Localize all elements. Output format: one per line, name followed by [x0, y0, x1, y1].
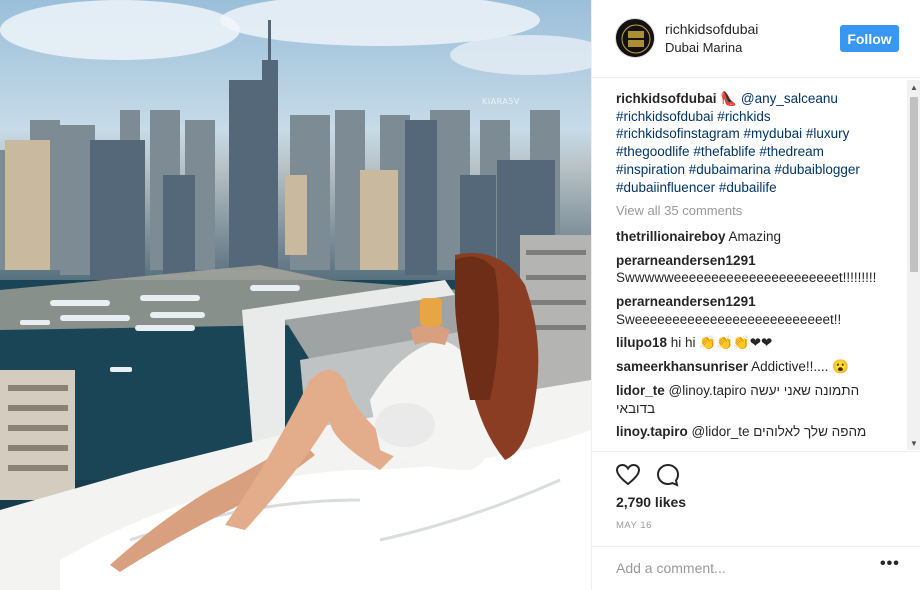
post-location[interactable]: Dubai Marina [665, 40, 742, 55]
comment-text: Amazing [728, 228, 782, 244]
post-caption: richkidsofdubai 👠 @any_salceanu #richkid… [616, 90, 886, 196]
heart-icon[interactable] [614, 461, 642, 489]
post-date[interactable]: MAY 16 [616, 520, 652, 531]
scrollbar-thumb[interactable] [910, 97, 918, 272]
comment-username[interactable]: perarneandersen1291 [616, 253, 756, 268]
post-header: richkidsofdubai Dubai Marina Follow [592, 0, 920, 78]
scroll-up-arrow-icon[interactable]: ▲ [907, 80, 920, 94]
caption-mention[interactable]: @any_salceanu [741, 91, 838, 106]
comment-text: Swwwwweeeeeeeeeeeeeeeeeeeeeet!!!!!!!!! [616, 270, 877, 286]
comment-item: lidor_te @linoy.tapiro התמונה שאני יעשה … [616, 382, 891, 417]
comment-text: hi hi 👏👏👏❤❤ [670, 335, 773, 351]
post-photo[interactable]: KIARA5V [0, 0, 591, 590]
comments-list: richkidsofdubai 👠 @any_salceanu #richkid… [592, 79, 908, 451]
comments-scrollbar[interactable]: ▲ ▼ [907, 80, 920, 450]
comment-username[interactable]: lilupo18 [616, 335, 667, 350]
comment-username[interactable]: sameerkhansunriser [616, 359, 748, 374]
more-options-icon[interactable]: ••• [880, 555, 900, 573]
photo-scene [0, 0, 591, 590]
view-all-comments-link[interactable]: View all 35 comments [616, 202, 908, 220]
comment-username[interactable]: perarneandersen1291 [616, 294, 756, 309]
comment-item: thetrillionaireboy Amazing [616, 228, 891, 246]
comment-item: perarneandersen1291 Swwwwweeeeeeeeeeeeee… [616, 252, 891, 287]
add-comment-input[interactable] [616, 558, 866, 578]
comment-item: lilupo18 hi hi 👏👏👏❤❤ [616, 334, 891, 352]
follow-button[interactable]: Follow [840, 25, 899, 52]
comment-username[interactable]: linoy.tapiro [616, 424, 688, 439]
comment-item: sameerkhansunriser Addictive!!.... 😮 [616, 358, 891, 376]
caption-username[interactable]: richkidsofdubai [616, 91, 717, 106]
post-actions: 2,790 likes MAY 16 [592, 451, 920, 546]
comment-item: perarneandersen1291 Sweeeeeeeeeeeeeeeeee… [616, 293, 891, 328]
comment-text: @lidor_te מהפה שלך לאלוהים [691, 424, 867, 440]
avatar[interactable] [615, 18, 655, 58]
post-side-panel: richkidsofdubai Dubai Marina Follow rich… [591, 0, 920, 590]
comment-text: Addictive!!.... 😮 [751, 359, 849, 375]
post-username[interactable]: richkidsofdubai [665, 21, 758, 37]
comment-icon[interactable] [654, 461, 682, 489]
comment-text: Sweeeeeeeeeeeeeeeeeeeeeeeeeet!! [616, 311, 842, 327]
avatar-logo-icon [618, 21, 654, 57]
comment-item: linoy.tapiro @lidor_te מהפה שלך לאלוהים [616, 423, 891, 441]
photo-watermark: KIARA5V [482, 97, 520, 106]
likes-count[interactable]: 2,790 likes [616, 494, 686, 510]
comment-username[interactable]: lidor_te [616, 383, 665, 398]
caption-emoji: 👠 [720, 91, 738, 106]
caption-hashtags[interactable]: #richkidsofdubai #richkids #richkidsofin… [616, 109, 860, 195]
scroll-down-arrow-icon[interactable]: ▼ [907, 436, 920, 450]
comment-username[interactable]: thetrillionaireboy [616, 229, 726, 244]
add-comment-bar: ••• [592, 546, 920, 590]
